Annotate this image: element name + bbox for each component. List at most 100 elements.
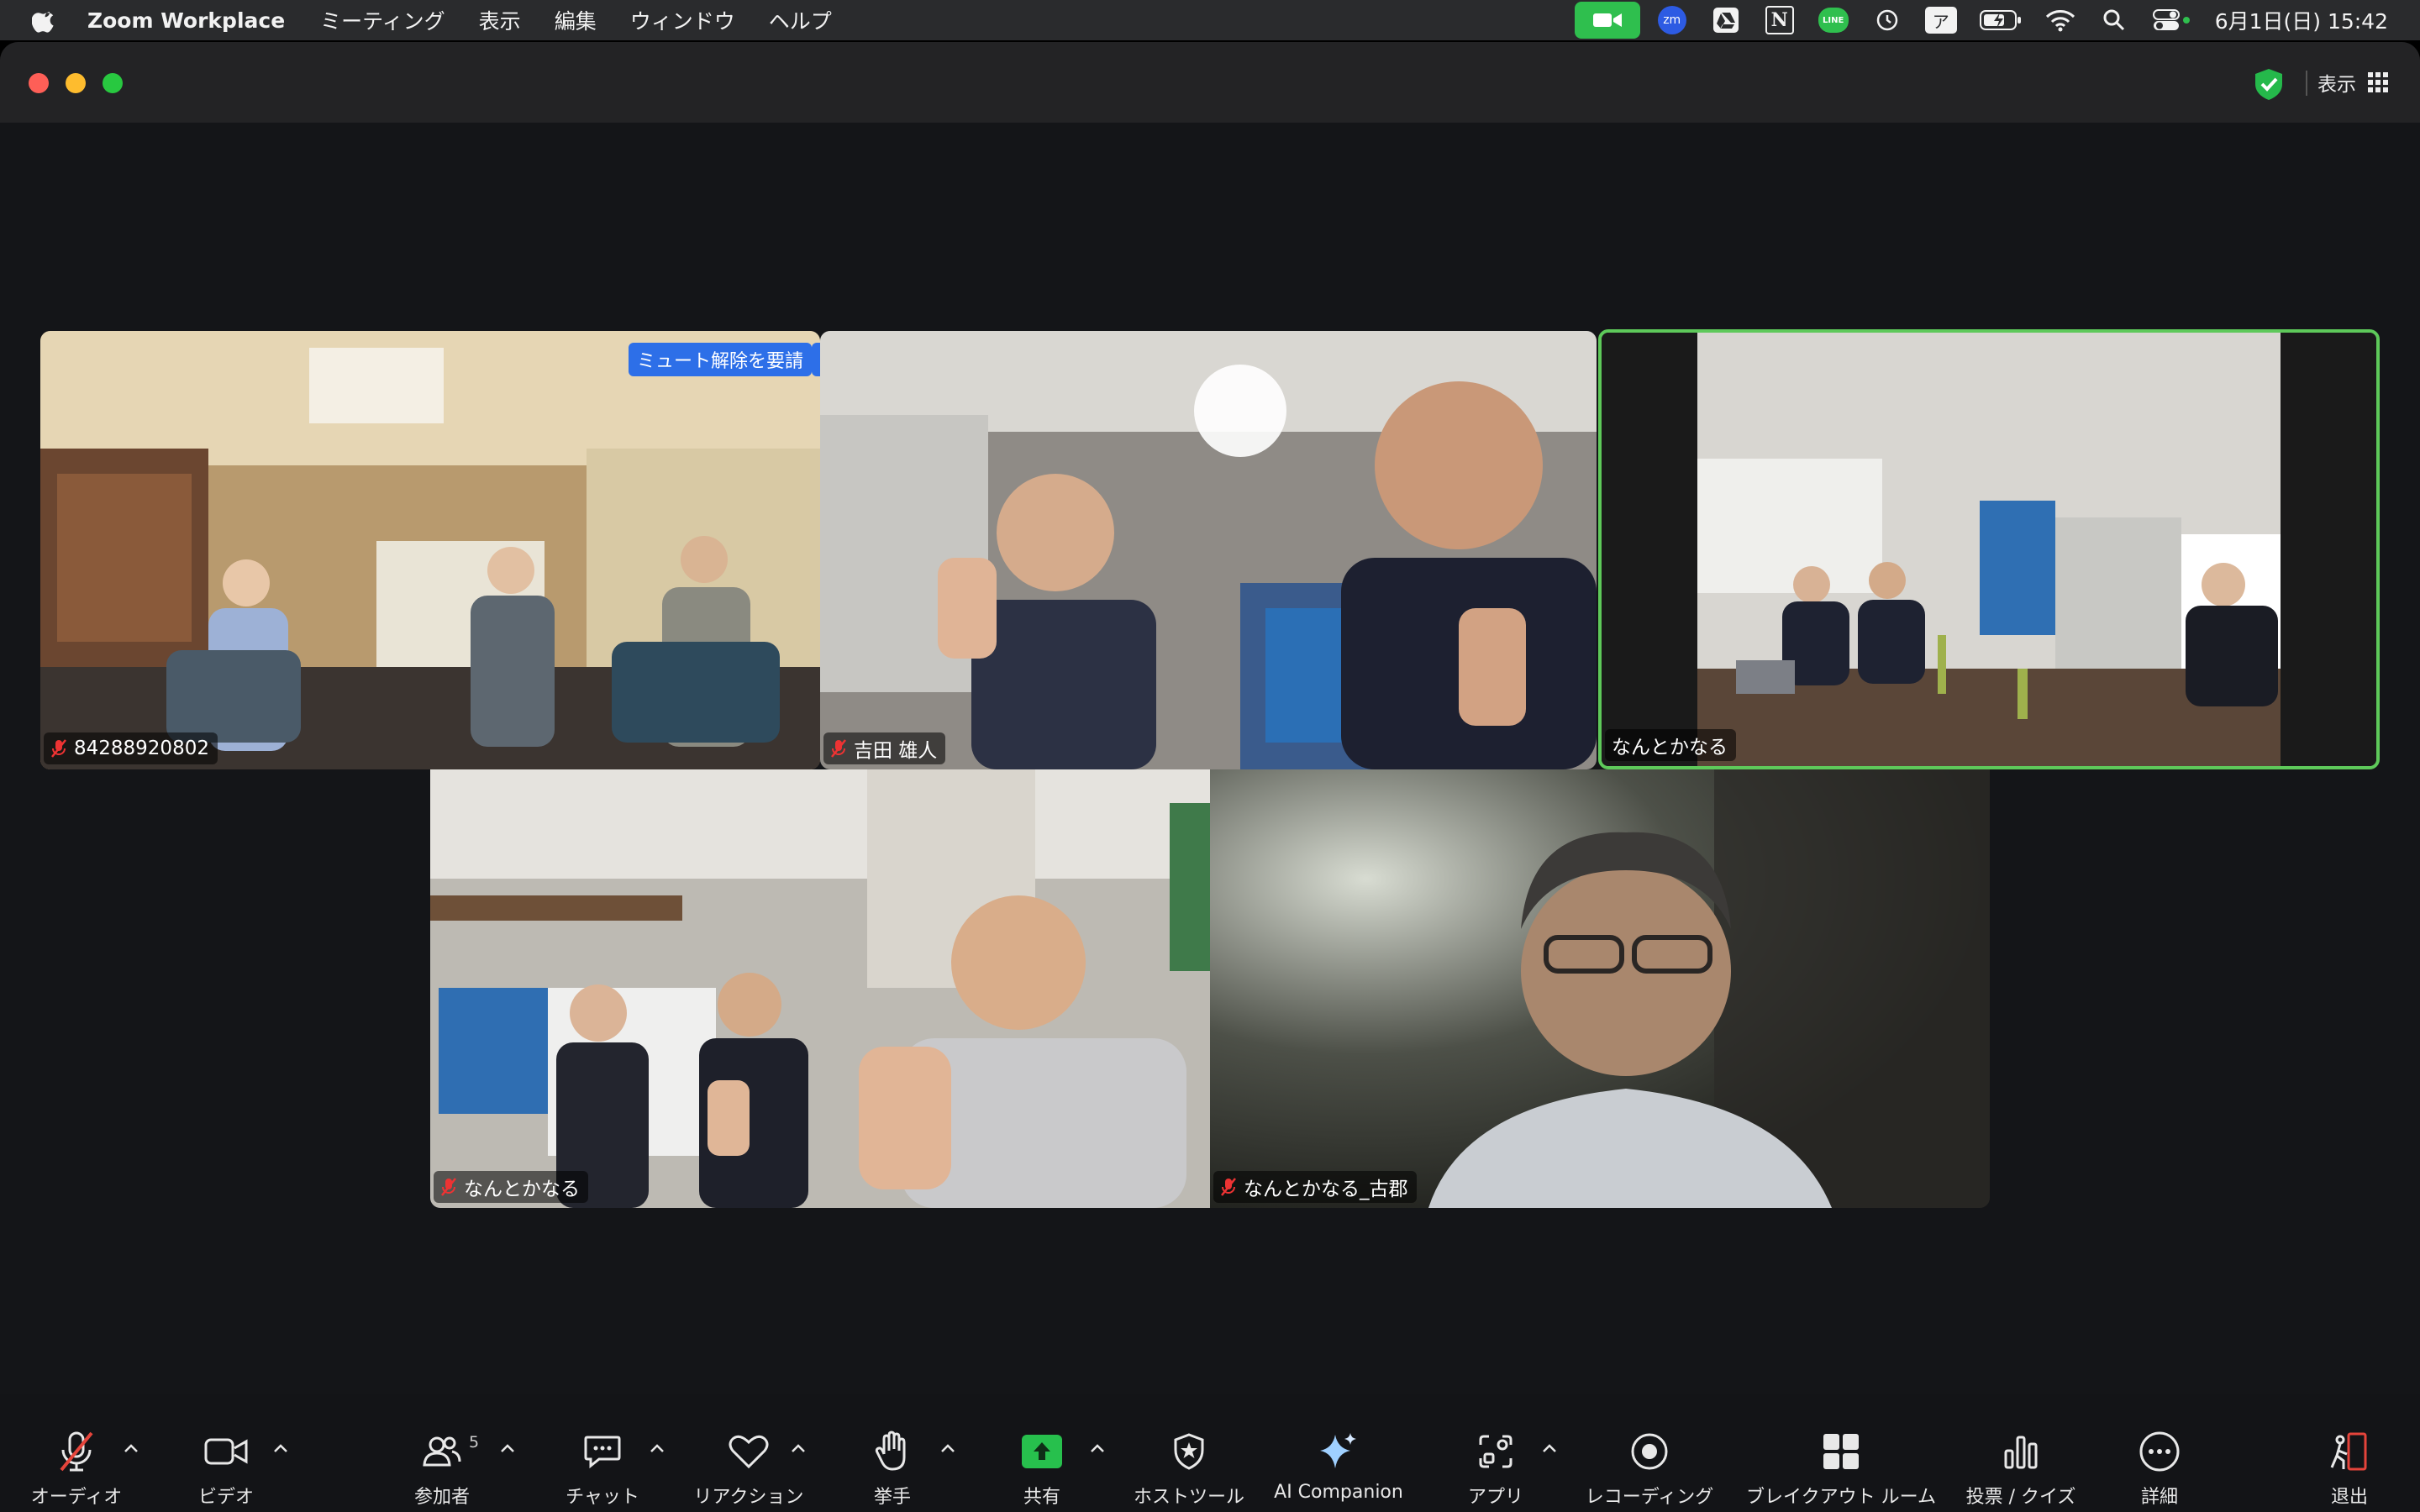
- chat-button[interactable]: チャット: [560, 1394, 645, 1512]
- video-camera-icon: [204, 1438, 248, 1465]
- zoom-meeting-window: 表示 ミュート解除を要請 … 84288920802: [0, 42, 2420, 1512]
- video-feed-man-dark-background: [1210, 769, 1990, 1208]
- video-tile-1[interactable]: ミュート解除を要請 … 84288920802: [40, 331, 820, 769]
- video-tile-4[interactable]: なんとかなる: [430, 769, 1210, 1208]
- control-center-tray-icon[interactable]: [2146, 3, 2196, 37]
- input-method-tray-icon[interactable]: ア: [1919, 3, 1963, 37]
- share-button[interactable]: 共有: [1010, 1394, 1074, 1512]
- tile-more-button[interactable]: …: [812, 343, 820, 376]
- ai-companion-button[interactable]: AI Companion: [1270, 1394, 1407, 1512]
- participant-name: なんとかなる_古郡: [1244, 1179, 1408, 1200]
- app-menu-zoom[interactable]: Zoom Workplace: [87, 8, 285, 33]
- zoom-video-tray-icon[interactable]: [1574, 2, 1640, 39]
- line-tray-icon[interactable]: LINE: [1812, 3, 1855, 37]
- reactions-options-chevron-icon[interactable]: [790, 1443, 807, 1453]
- window-titlebar: 表示: [0, 42, 2420, 123]
- battery-icon: [1979, 10, 2021, 30]
- share-screen-icon: [1022, 1435, 1062, 1468]
- menu-help[interactable]: ヘルプ: [769, 5, 832, 35]
- participants-count: 5: [469, 1433, 480, 1452]
- menu-window[interactable]: ウィンドウ: [630, 5, 735, 35]
- bar-chart-icon: [2004, 1436, 2038, 1469]
- notion-icon: N: [1765, 6, 1794, 34]
- muted-mic-icon: [51, 739, 66, 758]
- minimize-window-button[interactable]: [66, 73, 86, 93]
- chat-options-chevron-icon[interactable]: [649, 1443, 666, 1453]
- clock-tray-icon[interactable]: [1865, 3, 1909, 37]
- reactions-label: リアクション: [693, 1487, 804, 1508]
- more-button[interactable]: 詳細: [2126, 1394, 2193, 1512]
- raise-hand-button[interactable]: 挙手: [860, 1394, 924, 1512]
- video-label: ビデオ: [197, 1487, 254, 1508]
- share-options-chevron-icon[interactable]: [1089, 1443, 1106, 1453]
- participant-nametag: なんとかなる: [434, 1171, 588, 1203]
- titlebar-divider: [2306, 71, 2307, 96]
- close-window-button[interactable]: [29, 73, 49, 93]
- gallery-grid-icon: [2368, 72, 2388, 92]
- apps-icon: [1479, 1435, 1512, 1468]
- view-button[interactable]: 表示: [2317, 64, 2388, 101]
- participant-nametag: なんとかなる_古郡: [1213, 1171, 1417, 1203]
- muted-mic-icon: [441, 1178, 456, 1196]
- participant-name: なんとかなる: [464, 1179, 580, 1200]
- share-label: 共有: [1023, 1487, 1060, 1508]
- host-tools-button[interactable]: ホストツール: [1129, 1394, 1249, 1512]
- participant-name: 84288920802: [74, 738, 209, 759]
- apple-icon[interactable]: [32, 7, 59, 34]
- exit-door-icon: [2330, 1432, 2367, 1471]
- raise-hand-options-chevron-icon[interactable]: [939, 1443, 956, 1453]
- view-label: 表示: [2317, 74, 2356, 96]
- muted-microphone-icon: [60, 1431, 93, 1472]
- battery-tray-icon[interactable]: [1973, 3, 2028, 37]
- zoom-window-button[interactable]: [103, 73, 123, 93]
- video-tile-2[interactable]: 吉田 雄人: [820, 331, 1597, 769]
- participant-name: 吉田 雄人: [854, 740, 938, 762]
- search-tray-icon[interactable]: [2092, 3, 2136, 37]
- zm-tray-icon[interactable]: zm: [1650, 3, 1694, 37]
- menu-edit[interactable]: 編集: [555, 5, 597, 35]
- clock-icon: [1876, 9, 1897, 31]
- wifi-tray-icon[interactable]: [2039, 3, 2082, 37]
- video-options-chevron-icon[interactable]: [272, 1443, 289, 1453]
- menubar-clock[interactable]: 6月1日(日) 15:42: [2215, 5, 2388, 35]
- notion-tray-icon[interactable]: N: [1758, 3, 1802, 37]
- audio-label: オーディオ: [30, 1487, 123, 1508]
- video-feed-conference-table: [1602, 333, 2376, 766]
- video-button[interactable]: ビデオ: [180, 1394, 272, 1512]
- more-dots-icon: [2139, 1431, 2180, 1472]
- record-icon: [1631, 1433, 1668, 1470]
- polls-quizzes-button[interactable]: 投票 / クイズ: [1958, 1394, 2084, 1512]
- participants-options-chevron-icon[interactable]: [499, 1443, 516, 1453]
- menu-meeting[interactable]: ミーティング: [320, 5, 445, 35]
- menu-view[interactable]: 表示: [479, 5, 521, 35]
- reactions-button[interactable]: リアクション: [689, 1394, 808, 1512]
- encryption-shield-icon[interactable]: [2250, 66, 2287, 102]
- breakout-rooms-label: ブレイクアウト ルーム: [1746, 1487, 1936, 1508]
- recording-button[interactable]: レコーディング: [1580, 1394, 1719, 1512]
- audio-options-chevron-icon[interactable]: [123, 1443, 139, 1453]
- participants-button[interactable]: 参加者: [402, 1394, 482, 1512]
- muted-mic-icon: [831, 739, 846, 758]
- meeting-controls-toolbar: オーディオ ビデオ 参加者 5 チャット リアクション 挙手 共有 ホストツール…: [0, 1394, 2420, 1512]
- request-unmute-button[interactable]: ミュート解除を要請: [629, 343, 813, 376]
- participant-nametag: 吉田 雄人: [823, 732, 946, 764]
- apps-button[interactable]: アプリ: [1459, 1394, 1533, 1512]
- heart-icon: [729, 1435, 769, 1469]
- breakout-rooms-icon: [1823, 1434, 1859, 1469]
- control-center-icon: [2152, 9, 2190, 30]
- ai-sparkle-icon: [1320, 1433, 1356, 1468]
- drive-icon: [1712, 8, 1739, 33]
- video-tile-3-active-speaker[interactable]: なんとかなる: [1598, 329, 2380, 769]
- breakout-rooms-button[interactable]: ブレイクアウト ルーム: [1739, 1394, 1943, 1512]
- participants-icon: [423, 1436, 461, 1467]
- video-feed-three-men-waving: [430, 769, 1210, 1208]
- audio-button[interactable]: オーディオ: [20, 1394, 133, 1512]
- host-tools-label: ホストツール: [1133, 1487, 1244, 1508]
- leave-meeting-button[interactable]: 退出: [2316, 1394, 2383, 1512]
- participant-name: なんとかなる: [1612, 737, 1728, 759]
- apps-options-chevron-icon[interactable]: [1541, 1443, 1558, 1453]
- drive-tray-icon[interactable]: [1704, 3, 1748, 37]
- video-tile-5[interactable]: なんとかなる_古郡: [1210, 769, 1990, 1208]
- host-shield-icon: [1174, 1433, 1204, 1470]
- participant-nametag: なんとかなる: [1605, 729, 1736, 761]
